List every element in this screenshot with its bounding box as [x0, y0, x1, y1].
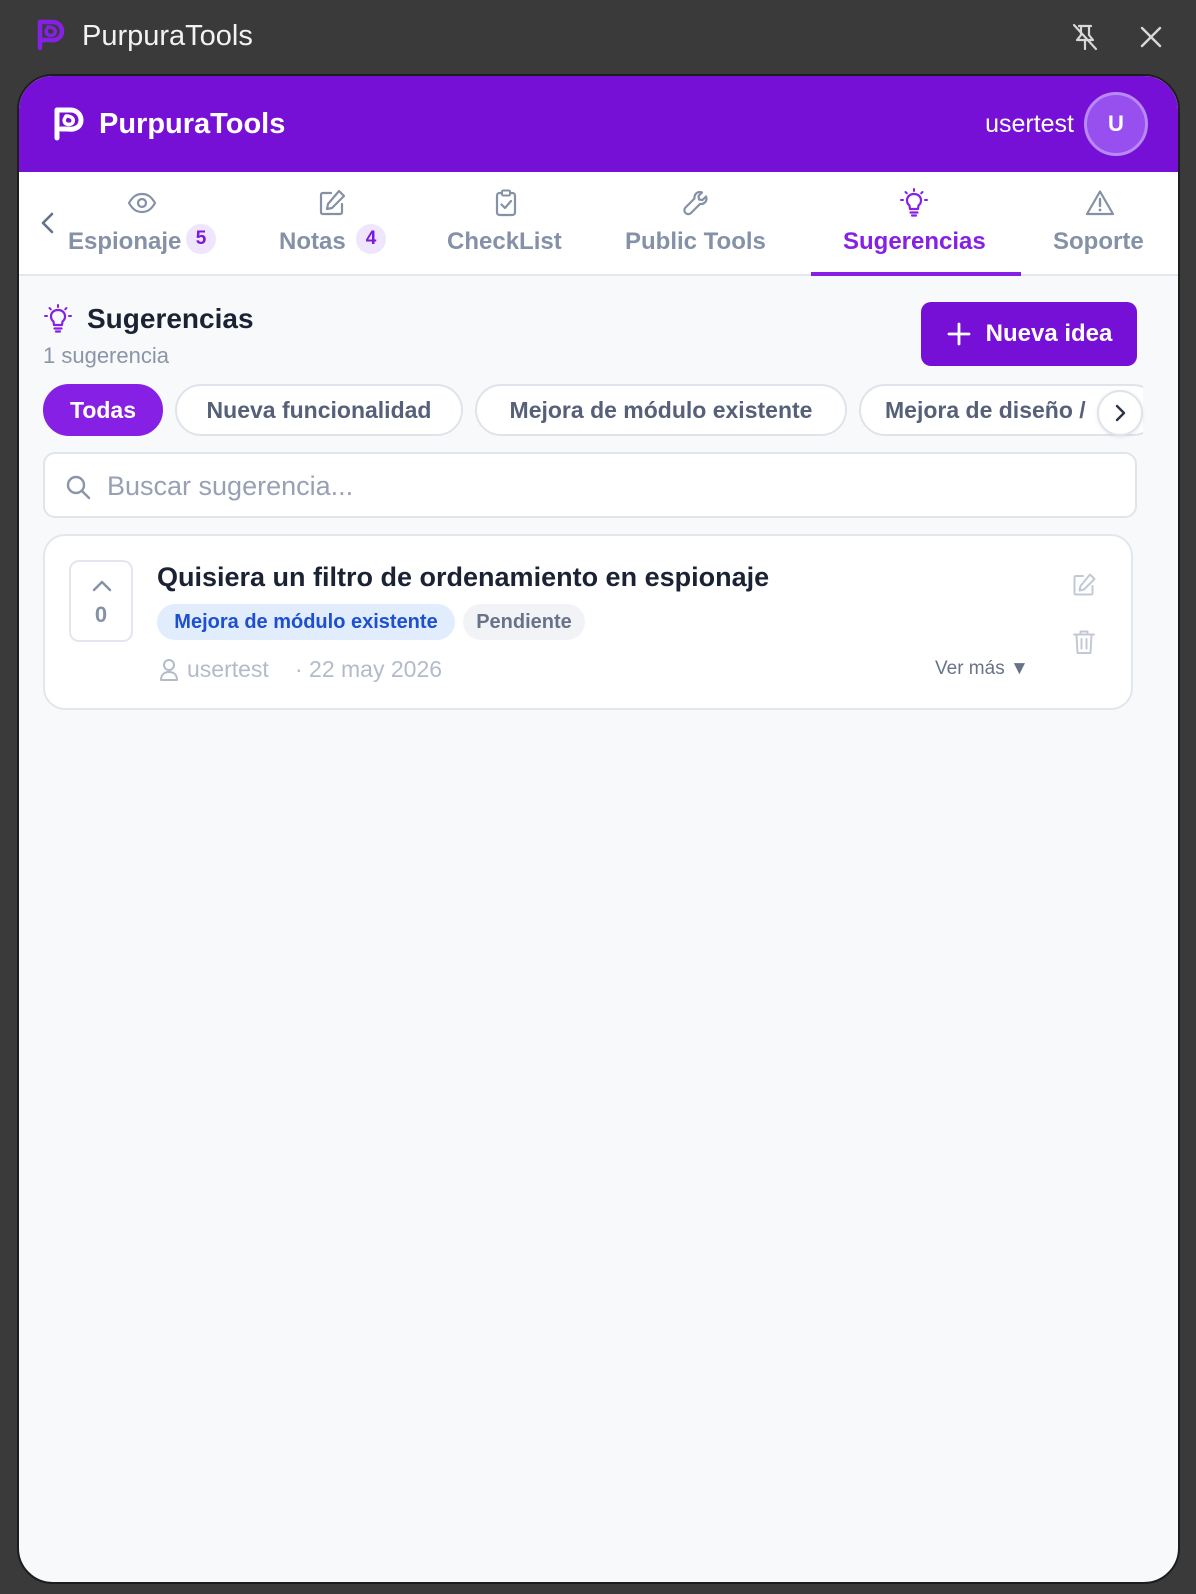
user-icon	[160, 659, 178, 681]
see-more-link[interactable]: Ver más ▼	[935, 656, 1029, 682]
tab-checklist[interactable]: CheckList	[447, 172, 565, 276]
search-icon	[66, 475, 91, 500]
tab-soporte[interactable]: Soporte	[1053, 172, 1153, 276]
tab-label: CheckList	[447, 228, 562, 255]
trash-icon[interactable]	[1071, 628, 1097, 656]
edit-icon[interactable]	[1071, 572, 1097, 598]
suggestion-author: usertest	[187, 656, 269, 682]
unpin-icon[interactable]	[1070, 22, 1100, 52]
lightbulb-icon	[900, 188, 928, 217]
chevron-up-icon	[92, 580, 112, 592]
brand-logo-icon	[54, 107, 84, 141]
search-input[interactable]	[107, 464, 1117, 508]
eye-icon	[127, 192, 157, 214]
category-tag: Mejora de módulo existente	[157, 604, 455, 640]
warning-icon	[1085, 190, 1115, 216]
chevron-left-icon[interactable]	[37, 210, 57, 236]
lightbulb-icon	[44, 304, 72, 333]
tab-label: Notas	[279, 228, 346, 255]
username: usertest	[985, 110, 1074, 138]
filter-chip-nueva-funcionalidad[interactable]: Nueva funcionalidad	[175, 384, 463, 436]
window-titlebar: PurpuraTools	[0, 0, 1196, 74]
filter-scroll-right-button[interactable]	[1097, 390, 1143, 436]
edit-icon	[319, 189, 346, 216]
close-window-icon[interactable]	[1136, 22, 1166, 52]
new-idea-button[interactable]: Nueva idea	[921, 302, 1137, 366]
category-filter-bar: Todas Nueva funcionalidad Mejora de módu…	[43, 384, 1143, 438]
filter-chip-mejora-modulo[interactable]: Mejora de módulo existente	[475, 384, 847, 436]
suggestion-card: 0 Quisiera un filtro de ordenamiento en …	[43, 534, 1133, 710]
page-title: Sugerencias	[87, 303, 254, 334]
tab-espionaje[interactable]: Espionaje 5	[67, 172, 231, 276]
tab-badge-count: 4	[356, 224, 386, 254]
app-header: PurpuraTools usertest U	[19, 76, 1178, 172]
status-badge: Pendiente	[463, 604, 585, 640]
tab-public-tools[interactable]: Public Tools	[625, 172, 769, 276]
user-avatar[interactable]: U	[1084, 92, 1148, 156]
filter-chip-todas[interactable]: Todas	[43, 384, 163, 436]
suggestion-count: 1 sugerencia	[43, 343, 169, 368]
tab-label: Espionaje	[68, 228, 182, 255]
plus-icon	[947, 322, 971, 346]
suggestion-title: Quisiera un filtro de ordenamiento en es…	[157, 562, 770, 592]
new-idea-label: Nueva idea	[985, 320, 1113, 347]
tab-badge-count: 5	[186, 224, 216, 254]
vote-count: 0	[94, 602, 108, 627]
wrench-icon	[683, 190, 708, 216]
window-title: PurpuraTools	[82, 20, 253, 52]
tab-bar: Espionaje 5 Notas 4 CheckList Public Too…	[19, 172, 1178, 276]
chevron-right-icon	[1115, 404, 1126, 422]
tab-notas[interactable]: Notas 4	[279, 172, 389, 276]
upvote-button[interactable]: 0	[69, 560, 133, 642]
tab-label: Public Tools	[625, 228, 766, 255]
clipboard-check-icon	[495, 189, 517, 217]
search-box	[43, 452, 1137, 518]
purpuratools-logo-icon	[37, 19, 65, 51]
brand-name: PurpuraTools	[99, 108, 286, 140]
active-tab-indicator	[811, 272, 1021, 276]
app-panel: PurpuraTools usertest U Espionaje 5 Nota…	[17, 74, 1180, 1584]
suggestion-date: · 22 may 2026	[295, 656, 443, 682]
tab-sugerencias[interactable]: Sugerencias	[811, 172, 1021, 276]
tab-label: Soporte	[1053, 228, 1144, 255]
tab-label: Sugerencias	[843, 228, 986, 255]
